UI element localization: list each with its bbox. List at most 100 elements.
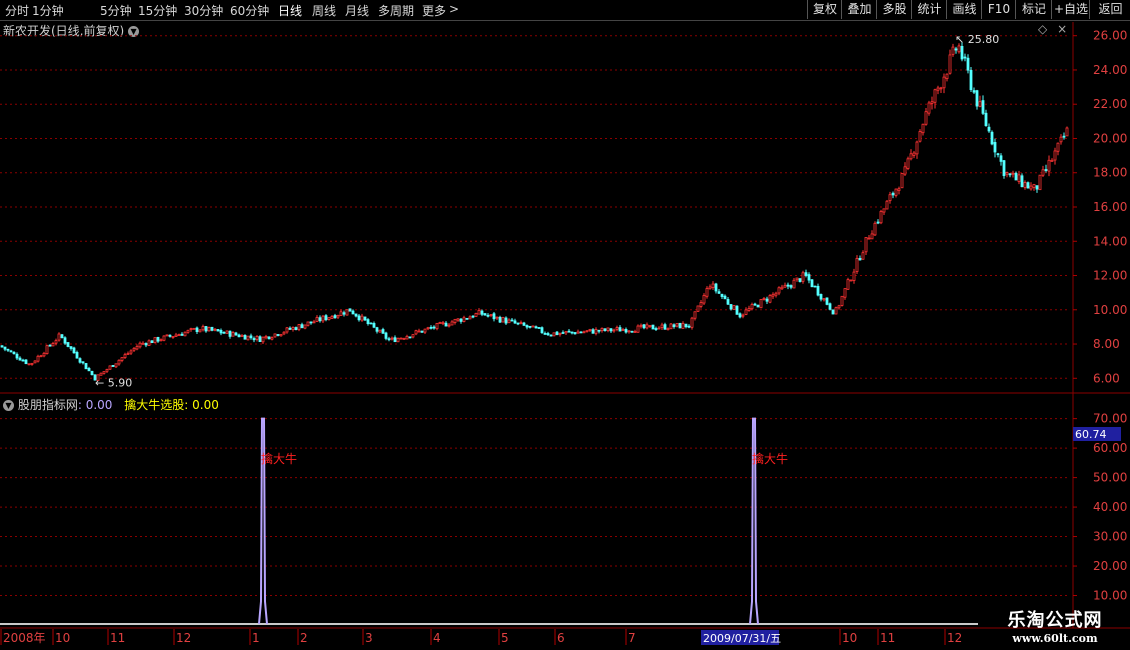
candle-body bbox=[534, 326, 538, 329]
candle-body bbox=[753, 303, 757, 306]
candle-body bbox=[243, 334, 247, 340]
indicator-spike bbox=[749, 417, 759, 625]
candle-body bbox=[966, 57, 970, 71]
candle-body bbox=[648, 325, 652, 327]
candle-body bbox=[351, 310, 355, 315]
candle-body bbox=[717, 291, 721, 294]
candle-body bbox=[585, 330, 589, 333]
candle-body bbox=[471, 315, 475, 318]
candle-body bbox=[639, 324, 643, 327]
candle-body bbox=[627, 330, 631, 333]
price-tick-label: 12.00 bbox=[1093, 269, 1127, 283]
candle-body bbox=[915, 141, 919, 155]
date-label: 6 bbox=[557, 631, 565, 645]
candle-body bbox=[201, 326, 205, 331]
candle-body bbox=[336, 314, 340, 318]
candle-body bbox=[510, 319, 514, 322]
candle-body bbox=[582, 331, 586, 334]
candle-body bbox=[402, 337, 406, 340]
candle-body bbox=[525, 325, 529, 328]
candle-body bbox=[123, 354, 127, 359]
candle-body bbox=[528, 325, 532, 328]
candle-body bbox=[258, 336, 262, 343]
candle-body bbox=[822, 298, 826, 301]
candle-body bbox=[384, 332, 388, 339]
candle-body bbox=[117, 359, 121, 365]
candle-body bbox=[480, 310, 484, 315]
candle-body bbox=[885, 200, 889, 210]
indicator-tick-label: 10.00 bbox=[1093, 589, 1127, 603]
candle-body bbox=[702, 295, 706, 304]
candle-body bbox=[36, 355, 40, 362]
candle-body bbox=[273, 333, 277, 338]
candle-body bbox=[105, 368, 109, 372]
candle-body bbox=[540, 327, 544, 334]
candle-body bbox=[939, 87, 943, 90]
watermark-logo: 乐淘公式网 www.60lt.com bbox=[985, 606, 1125, 648]
candle-body bbox=[153, 337, 157, 343]
candle-body bbox=[1047, 159, 1051, 172]
candle-body bbox=[795, 277, 799, 281]
candle-body bbox=[345, 309, 349, 316]
candle-body bbox=[816, 285, 820, 296]
candle-body bbox=[891, 192, 895, 196]
candle-body bbox=[192, 327, 196, 330]
candle-body bbox=[873, 222, 877, 236]
candle-body bbox=[60, 334, 64, 339]
candle-body bbox=[927, 102, 931, 114]
candle-body bbox=[942, 76, 946, 89]
candle-body bbox=[159, 339, 163, 342]
candle-body bbox=[507, 319, 511, 324]
candle-body bbox=[24, 359, 28, 365]
candle-body bbox=[432, 326, 436, 329]
candle-body bbox=[450, 321, 454, 326]
candle-body bbox=[129, 350, 133, 354]
date-label: 2 bbox=[300, 631, 308, 645]
candle-body bbox=[909, 153, 913, 160]
candle-body bbox=[279, 333, 283, 337]
candle-body bbox=[687, 325, 691, 328]
chart-canvas[interactable]: 26.0024.0022.0020.0018.0016.0014.0012.00… bbox=[0, 0, 1130, 650]
candle-body bbox=[990, 131, 994, 145]
candle-body bbox=[42, 352, 46, 357]
candle-body bbox=[651, 324, 655, 330]
candle-body bbox=[252, 338, 256, 341]
candle-body bbox=[135, 346, 139, 350]
candle-body bbox=[357, 315, 361, 321]
candle-body bbox=[81, 361, 85, 364]
price-tick-label: 22.00 bbox=[1093, 97, 1127, 111]
candle-body bbox=[864, 237, 868, 253]
candle-body bbox=[21, 359, 25, 362]
candle-body bbox=[234, 332, 238, 336]
candle-body bbox=[684, 323, 688, 328]
candle-body bbox=[420, 330, 424, 333]
candle-body bbox=[612, 329, 616, 332]
candle-body bbox=[66, 342, 70, 347]
candle-body bbox=[108, 365, 112, 370]
candle-body bbox=[780, 286, 784, 290]
candle-body bbox=[609, 328, 613, 332]
candle-body bbox=[216, 329, 220, 332]
candle-body bbox=[978, 101, 982, 107]
candle-body bbox=[792, 279, 796, 289]
signal-label: 擒大牛 bbox=[752, 451, 788, 466]
candle-body bbox=[261, 336, 265, 343]
candle-body bbox=[552, 332, 556, 337]
candle-body bbox=[288, 327, 292, 330]
candle-body bbox=[438, 322, 442, 324]
candle-body bbox=[447, 324, 451, 327]
candle-body bbox=[555, 331, 559, 336]
candle-body bbox=[1014, 172, 1018, 181]
candle-body bbox=[102, 371, 106, 374]
candle-body bbox=[642, 324, 646, 329]
candle-body bbox=[729, 304, 733, 310]
candle-body bbox=[705, 288, 709, 297]
candle-body bbox=[1029, 185, 1033, 190]
candle-body bbox=[645, 324, 649, 329]
candle-body bbox=[354, 313, 358, 317]
candle-body bbox=[189, 328, 193, 331]
date-label: 2008年 bbox=[3, 631, 46, 645]
indicator-tick-label: 20.00 bbox=[1093, 559, 1127, 573]
indicator-tick-label: 50.00 bbox=[1093, 471, 1127, 485]
candle-body bbox=[282, 331, 286, 335]
